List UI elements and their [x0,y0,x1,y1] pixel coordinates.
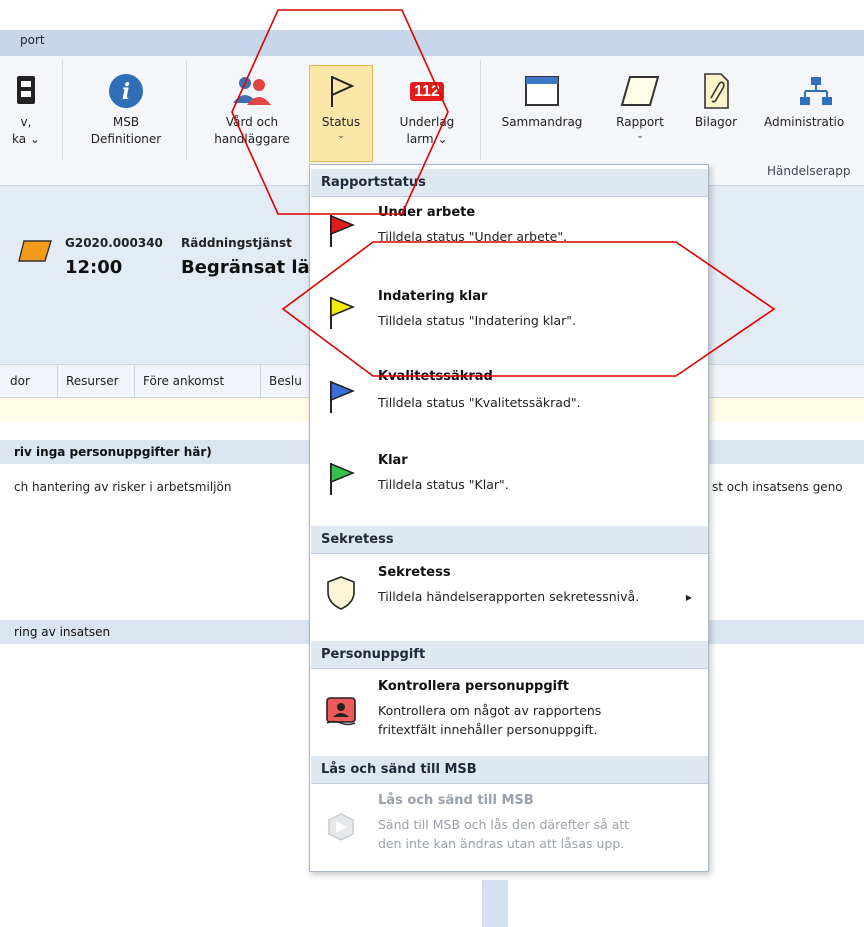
ribbon-label: Bilagor [694,115,738,129]
incident-type-icon [18,240,52,262]
menu-item-indatering-klar[interactable]: Indatering klar Tilldela status "Indater… [311,281,708,343]
green-flag-icon [321,457,361,501]
menu-item-title: Kontrollera personuppgift [378,679,569,694]
rapport-button[interactable]: Rapport ⌄ [602,68,678,141]
menu-item-las-och-sand[interactable]: Lås och sänd till MSB Sänd till MSB och … [311,787,708,867]
menu-item-description: Tilldela status "Kvalitetssäkrad". [378,395,581,410]
badge-112: 112 [410,81,444,101]
menu-item-description: Tilldela händelserapporten sekretessnivå… [378,589,640,604]
yellow-flag-icon [321,291,361,335]
record-type: Räddningstjänst [181,236,292,250]
tab-resurser[interactable]: Resurser [58,365,135,398]
menu-item-description: Kontrollera om något av rapportens [378,703,602,718]
status-dropdown-menu: Rapportstatus Under arbete Tilldela stat… [309,164,709,872]
menu-item-title: Lås och sänd till MSB [378,793,534,808]
record-id: G2020.000340 [65,236,163,250]
menu-item-description: Sänd till MSB och lås den därefter så at… [378,817,630,832]
administration-button[interactable]: Administratio [758,68,864,131]
red-flag-icon [321,209,361,253]
tab-dor[interactable]: dor [0,365,58,398]
right-column-text: st och insatsens geno [712,480,843,494]
menu-item-description: den inte kan ändras utan att låsas upp. [378,836,625,851]
flag-outline-icon [310,68,372,114]
paperclip-document-icon [684,68,748,114]
title-bar: port [0,30,864,56]
menu-group-rapportstatus: Rapportstatus [311,169,708,197]
blue-flag-icon [321,375,361,419]
menu-item-title: Indatering klar [378,289,488,304]
menu-item-title: Klar [378,453,408,468]
svg-text:i: i [122,79,130,105]
ribbon-button-cut[interactable]: v, ka ⌄ [0,68,58,148]
sammandrag-button[interactable]: Sammandrag [490,68,594,131]
menu-item-description: Tilldela status "Klar". [378,477,509,492]
menu-item-title: Sekretess [378,565,451,580]
group-separator [480,60,481,160]
menu-item-klar[interactable]: Klar Tilldela status "Klar". [311,445,708,507]
menu-item-description: Tilldela status "Indatering klar". [378,313,577,328]
menu-item-kvalitetssakrad[interactable]: Kvalitetssäkrad Tilldela status "Kvalite… [311,363,708,425]
vard-handlaggare-button[interactable]: Vård och handläggare [204,68,300,148]
dropdown-arrow-icon: ⌄ [29,132,40,146]
dropdown-arrow-icon: ⌄ [337,131,345,141]
org-chart-icon [764,68,864,114]
ribbon-label: MSB [112,115,140,129]
device-icon [0,68,58,114]
status-button[interactable]: Status ⌄ [309,65,373,162]
ribbon-label-text: ka [12,132,27,146]
ribbon-label: Status [321,115,361,129]
ribbon-label: larm ⌄ [384,131,470,148]
info-icon: i [80,68,172,114]
emergency-112-icon: 112 [384,68,470,114]
menu-item-title: Kvalitetssäkrad [378,369,493,384]
people-icon [204,68,300,114]
menu-item-under-arbete[interactable]: Under arbete Tilldela status "Under arbe… [311,199,708,261]
ribbon-label: Vård och [225,115,279,129]
dropdown-arrow-icon: ⌄ [437,132,448,146]
ribbon-label: Definitioner [90,132,162,146]
window-icon [490,68,594,114]
ribbon-label: v, [20,115,32,129]
menu-item-description: Tilldela status "Under arbete". [378,229,568,244]
person-id-icon [321,689,361,733]
record-title: Begränsat lä [181,257,310,278]
risk-text: ch hantering av risker i arbetsmiljön [14,480,232,494]
ribbon-label: handläggare [214,132,290,146]
record-time: 12:00 [65,257,123,278]
msb-definitioner-button[interactable]: i MSB Definitioner [80,68,172,148]
shield-icon [321,571,361,615]
app-window: port v, ka ⌄ i MSB Definitioner Vård och… [0,0,864,927]
ribbon-label: Administratio [764,115,845,129]
window-title: port [20,33,45,47]
splitter-bar [482,880,508,927]
menu-group-personuppgift: Personuppgift [311,641,708,669]
underlag-larm-button[interactable]: 112 Underlag larm ⌄ [384,68,470,148]
menu-group-sekretess: Sekretess [311,526,708,554]
group-separator [62,60,63,160]
submenu-arrow-icon: ▶ [685,593,692,602]
ribbon-label-text: larm [406,132,434,146]
menu-item-kontrollera-personuppgift[interactable]: Kontrollera personuppgift Kontrollera om… [311,673,708,753]
ribbon-label: Sammandrag [501,115,583,129]
report-sheet-icon [602,68,678,114]
group-separator [186,60,187,160]
menu-item-description: fritextfält innehåller personuppgift. [378,722,598,737]
menu-item-title: Under arbete [378,205,476,220]
menu-group-las-och-sand: Lås och sänd till MSB [311,756,708,784]
ribbon-label: ka ⌄ [0,131,58,148]
group-caption: Händelserapp [767,164,851,178]
send-lock-icon [321,805,361,849]
ribbon-label: Rapport [616,115,664,129]
ribbon-label: Underlag [399,115,455,129]
menu-item-sekretess[interactable]: Sekretess Tilldela händelserapporten sek… [311,557,708,623]
bilagor-button[interactable]: Bilagor [684,68,748,131]
tab-fore-ankomst[interactable]: Före ankomst [135,365,261,398]
dropdown-arrow-icon: ⌄ [636,131,644,141]
